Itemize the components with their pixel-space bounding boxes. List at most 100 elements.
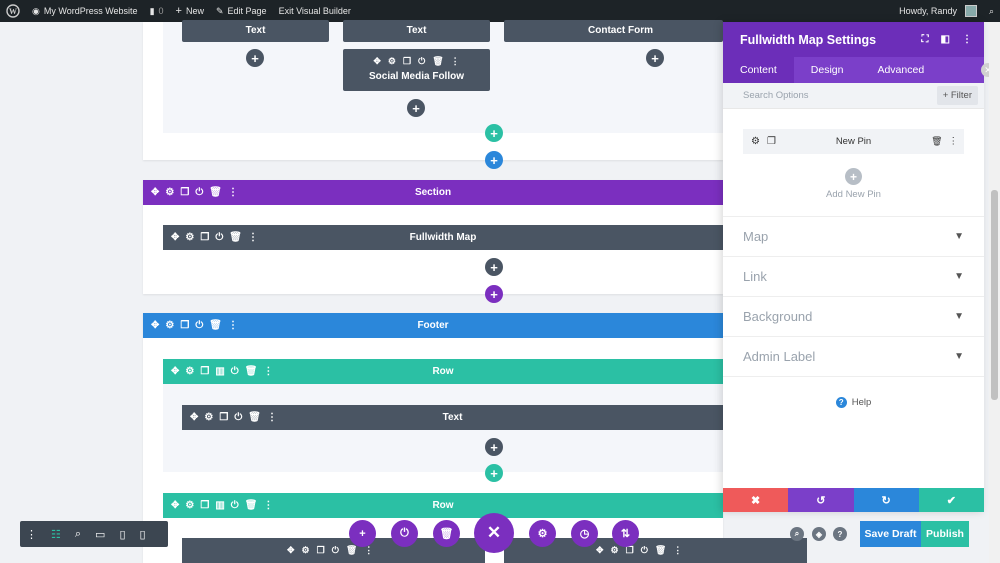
add-section-button[interactable]: + xyxy=(485,285,503,303)
gear-icon[interactable]: ⚙ xyxy=(185,232,194,243)
text-module-middle[interactable]: Text xyxy=(343,20,490,42)
redo-button[interactable]: ↻ xyxy=(853,488,919,512)
power-icon[interactable]: ⏻ xyxy=(231,366,239,377)
trash-icon[interactable]: 🗑 xyxy=(245,366,258,377)
zoom-icon[interactable]: ⌕ xyxy=(75,528,81,541)
text-module[interactable]: ✥ ⚙ ❐ ⏻ 🗑 ⋮ Text xyxy=(182,405,723,430)
cancel-button[interactable]: ✖ xyxy=(723,488,789,512)
columns-icon[interactable]: ▥ xyxy=(215,366,224,377)
section-header[interactable]: ✥ ⚙ ❐ ⏻ 🗑 ⋮ Section xyxy=(143,180,723,205)
add-row-button[interactable]: + xyxy=(485,124,503,142)
phone-icon[interactable]: ▯ xyxy=(140,528,146,541)
tab-advanced[interactable]: Advanced xyxy=(860,57,941,83)
gear-icon[interactable]: ⚙ xyxy=(751,136,760,147)
power-icon[interactable]: ⏻ xyxy=(215,232,223,243)
row-header[interactable]: ✥ ⚙ ❐ ▥ ⏻ 🗑 ⋮ Row xyxy=(163,359,723,384)
filter-button[interactable]: + Filter xyxy=(936,86,978,105)
more-icon[interactable]: ⋮ xyxy=(267,412,277,423)
accordion-admin-label[interactable]: Admin Label ▼ xyxy=(723,337,984,377)
accordion-link[interactable]: Link ▼ xyxy=(723,257,984,297)
text-module-left[interactable]: Text xyxy=(182,20,329,42)
duplicate-icon[interactable]: ❐ xyxy=(219,412,228,423)
social-media-follow-module[interactable]: ✥ ⚙ ❐ ⏻ 🗑 ⋮ Social Media Follow xyxy=(343,49,490,91)
help-icon[interactable]: ? xyxy=(833,527,847,541)
power-icon[interactable]: ⏻ xyxy=(418,56,425,67)
save-settings-button[interactable]: ✔ xyxy=(918,488,984,512)
accordion-map[interactable]: Map ▼ xyxy=(723,217,984,257)
gear-icon[interactable]: ⚙ xyxy=(185,366,194,377)
exit-visual-builder-link[interactable]: Exit Visual Builder xyxy=(273,0,357,22)
gear-icon[interactable]: ⚙ xyxy=(302,545,310,556)
move-icon[interactable]: ✥ xyxy=(151,187,159,198)
search-options-input[interactable]: Search Options + Filter xyxy=(723,83,984,109)
add-module-button[interactable]: + xyxy=(646,49,664,67)
pin-item[interactable]: ⚙ ❐ New Pin 🗑 ⋮ xyxy=(743,129,964,154)
more-icon[interactable]: ⋮ xyxy=(248,232,258,243)
desktop-icon[interactable]: ▭ xyxy=(95,528,105,541)
gear-icon[interactable]: ⚙ xyxy=(185,500,194,511)
add-new-pin-button[interactable]: + Add New Pin xyxy=(723,168,984,200)
power-icon[interactable]: ⏻ xyxy=(234,412,242,423)
sidebar-toggle-icon[interactable]: ◧ xyxy=(941,34,950,45)
add-module-button[interactable]: + xyxy=(485,438,503,456)
more-icon[interactable]: ⋮ xyxy=(364,545,373,556)
trash-icon[interactable]: 🗑 xyxy=(248,412,261,423)
more-icon[interactable]: ⋮ xyxy=(673,545,682,556)
tablet-icon[interactable]: ▯ xyxy=(119,528,125,541)
move-icon[interactable]: ✥ xyxy=(190,412,198,423)
more-icon[interactable]: ⋮ xyxy=(962,34,972,45)
power-icon[interactable]: ⏻ xyxy=(641,545,648,556)
site-name-link[interactable]: ◉ My WordPress Website xyxy=(26,0,144,22)
add-module-button[interactable]: + xyxy=(246,49,264,67)
power-button[interactable]: ⏻ xyxy=(391,520,418,547)
more-icon[interactable]: ⋮ xyxy=(263,366,273,377)
trash-icon[interactable]: 🗑 xyxy=(209,320,222,331)
trash-icon[interactable]: 🗑 xyxy=(229,232,242,243)
accordion-background[interactable]: Background ▼ xyxy=(723,297,984,337)
move-icon[interactable]: ✥ xyxy=(171,366,179,377)
more-icon[interactable]: ⋮ xyxy=(949,136,959,147)
move-icon[interactable]: ✥ xyxy=(373,56,381,67)
duplicate-icon[interactable]: ❐ xyxy=(767,136,776,147)
trash-icon[interactable]: 🗑 xyxy=(931,136,942,147)
trash-icon[interactable]: 🗑 xyxy=(245,500,258,511)
add-section-button[interactable]: + xyxy=(485,151,503,169)
add-row-button[interactable]: + xyxy=(485,464,503,482)
duplicate-icon[interactable]: ❐ xyxy=(200,500,209,511)
gear-icon[interactable]: ⚙ xyxy=(388,56,396,67)
settings-button[interactable]: ⚙ xyxy=(529,520,556,547)
footer-header[interactable]: ✥ ⚙ ❐ ⏻ 🗑 ⋮ Footer xyxy=(143,313,723,338)
power-icon[interactable]: ⏻ xyxy=(231,500,239,511)
add-module-button[interactable]: + xyxy=(485,258,503,276)
gear-icon[interactable]: ⚙ xyxy=(165,187,174,198)
move-icon[interactable]: ✥ xyxy=(171,500,179,511)
edit-page-link[interactable]: ✎ Edit Page xyxy=(210,0,273,22)
comments-link[interactable]: ▮ 0 xyxy=(144,0,170,22)
duplicate-icon[interactable]: ❐ xyxy=(317,545,325,556)
more-icon[interactable]: ⋮ xyxy=(263,500,273,511)
trash-icon[interactable]: 🗑 xyxy=(655,545,666,556)
wireframe-icon[interactable]: ☷ xyxy=(51,528,61,541)
search-icon[interactable]: ⌕ xyxy=(983,0,1000,22)
undo-button[interactable]: ↺ xyxy=(788,488,854,512)
layers-icon[interactable]: ◈ xyxy=(812,527,826,541)
tab-design[interactable]: Design xyxy=(794,57,861,83)
trash-icon[interactable]: 🗑 xyxy=(432,56,443,67)
move-icon[interactable]: ✥ xyxy=(596,545,604,556)
trash-icon[interactable]: 🗑 xyxy=(209,187,222,198)
duplicate-icon[interactable]: ❐ xyxy=(180,320,189,331)
gear-icon[interactable]: ⚙ xyxy=(165,320,174,331)
duplicate-icon[interactable]: ❐ xyxy=(200,366,209,377)
help-link[interactable]: ? Help xyxy=(723,397,984,408)
search-icon[interactable]: ⌕ xyxy=(790,527,804,541)
more-icon[interactable]: ⋮ xyxy=(451,56,460,67)
move-icon[interactable]: ✥ xyxy=(287,545,295,556)
more-icon[interactable]: ⋮ xyxy=(228,187,238,198)
user-account-link[interactable]: Howdy, Randy xyxy=(893,0,983,22)
new-content-link[interactable]: + New xyxy=(170,0,210,22)
close-builder-button[interactable]: ✕ xyxy=(474,513,514,553)
duplicate-icon[interactable]: ❐ xyxy=(180,187,189,198)
portability-button[interactable]: ⇅ xyxy=(612,520,639,547)
move-icon[interactable]: ✥ xyxy=(171,232,179,243)
row-header-2[interactable]: ✥ ⚙ ❐ ▥ ⏻ 🗑 ⋮ Row xyxy=(163,493,723,518)
